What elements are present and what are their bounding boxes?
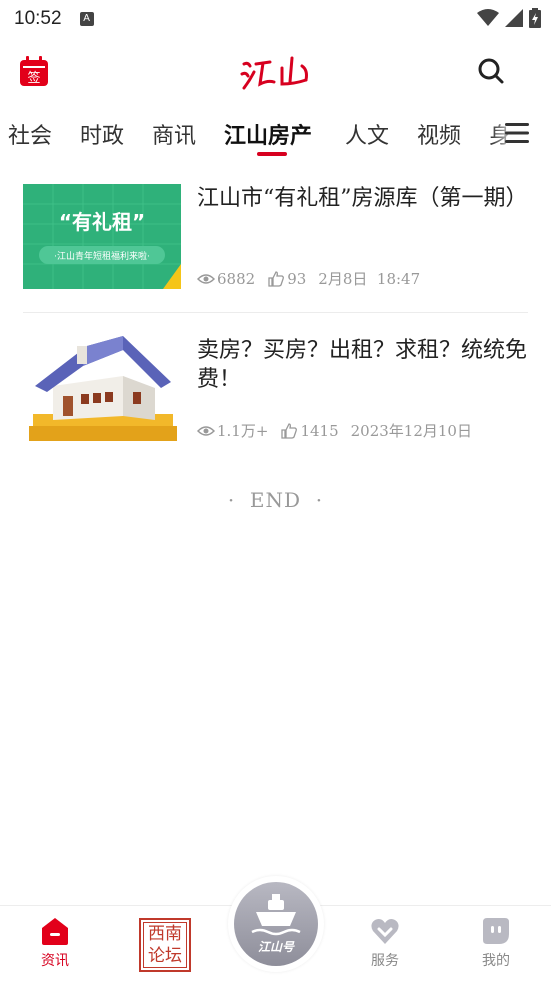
tab-video[interactable]: 视频 <box>417 118 461 150</box>
menu-icon[interactable] <box>505 122 529 144</box>
forum-line2: 论坛 <box>148 946 182 966</box>
tab-business[interactable]: 商讯 <box>152 118 196 150</box>
news-item[interactable]: 卖房？买房？出租？求租？统统免费！ 1.1万+ 1415 2023年12月10日 <box>23 336 528 444</box>
wifi-icon <box>477 9 499 26</box>
checkin-label: 签 <box>27 70 40 86</box>
nav-forum[interactable]: 西南 论坛 <box>139 918 191 972</box>
news-item[interactable]: “有礼租” ·江山青年短租福利来啦· 江山市“有礼租”房源库（第一期） 6882… <box>23 184 528 292</box>
nav-jiangshan-hao[interactable]: 江山号 <box>228 876 324 972</box>
active-tab-indicator <box>257 152 287 156</box>
list-end-marker: · END · <box>227 488 324 512</box>
like-count: 93 <box>287 269 307 288</box>
tab-politics[interactable]: 时政 <box>80 118 124 150</box>
search-icon[interactable] <box>476 56 506 86</box>
app-logo <box>240 56 308 90</box>
eye-icon <box>197 273 215 284</box>
news-meta: 6882 93 2月8日 18:47 <box>197 268 420 289</box>
publish-date: 2月8日 18:47 <box>318 270 421 288</box>
view-count: 6882 <box>217 269 256 288</box>
checkin-calendar-icon[interactable]: 签 <box>20 56 48 86</box>
publish-date: 2023年12月10日 <box>350 422 472 440</box>
accessibility-badge-icon: A <box>79 12 94 26</box>
tab-real-estate[interactable]: 江山房产 <box>224 118 312 150</box>
thumbs-up-icon[interactable] <box>280 422 298 439</box>
home-icon <box>42 918 68 945</box>
eye-icon <box>197 425 215 436</box>
signal-icon <box>505 9 523 27</box>
tab-society[interactable]: 社会 <box>8 118 52 150</box>
nav-service-label: 服务 <box>371 953 399 969</box>
nav-mine[interactable]: 我的 <box>456 916 536 970</box>
thumbnail-headline: “有礼租” <box>58 210 146 234</box>
view-count: 1.1万+ <box>217 422 269 440</box>
news-thumbnail: “有礼租” ·江山青年短租福利来啦· <box>23 184 181 289</box>
nav-service[interactable]: 服务 <box>345 916 425 970</box>
nav-news-label: 资讯 <box>41 953 69 969</box>
news-meta: 1.1万+ 1415 2023年12月10日 <box>197 420 472 441</box>
tab-culture[interactable]: 人文 <box>345 118 389 150</box>
thumbs-up-icon[interactable] <box>267 270 285 287</box>
like-count: 1415 <box>300 421 339 440</box>
news-title[interactable]: 卖房？买房？出租？求租？统统免费！ <box>197 336 528 394</box>
news-thumbnail <box>23 336 181 441</box>
nav-news[interactable]: 资讯 <box>15 916 95 970</box>
heart-icon <box>371 919 399 944</box>
status-bar: 10:52 A <box>0 0 551 38</box>
news-title[interactable]: 江山市“有礼租”房源库（第一期） <box>197 184 528 213</box>
item-divider <box>23 312 528 313</box>
battery-icon <box>529 8 541 28</box>
status-time: 10:52 <box>14 8 62 29</box>
category-tabs: 社会 时政 商讯 江山房产 人文 视频 身 <box>0 108 551 160</box>
bottom-nav: 资讯 西南 论坛 江山号 服务 我的 <box>0 876 551 981</box>
nav-mine-label: 我的 <box>482 953 510 969</box>
forum-line1: 西南 <box>148 924 182 944</box>
profile-icon <box>483 918 509 944</box>
nav-center-label: 江山号 <box>257 940 294 954</box>
app-header: 签 <box>0 44 551 100</box>
status-indicators <box>477 8 541 28</box>
thumbnail-subtitle: ·江山青年短租福利来啦· <box>54 252 150 262</box>
